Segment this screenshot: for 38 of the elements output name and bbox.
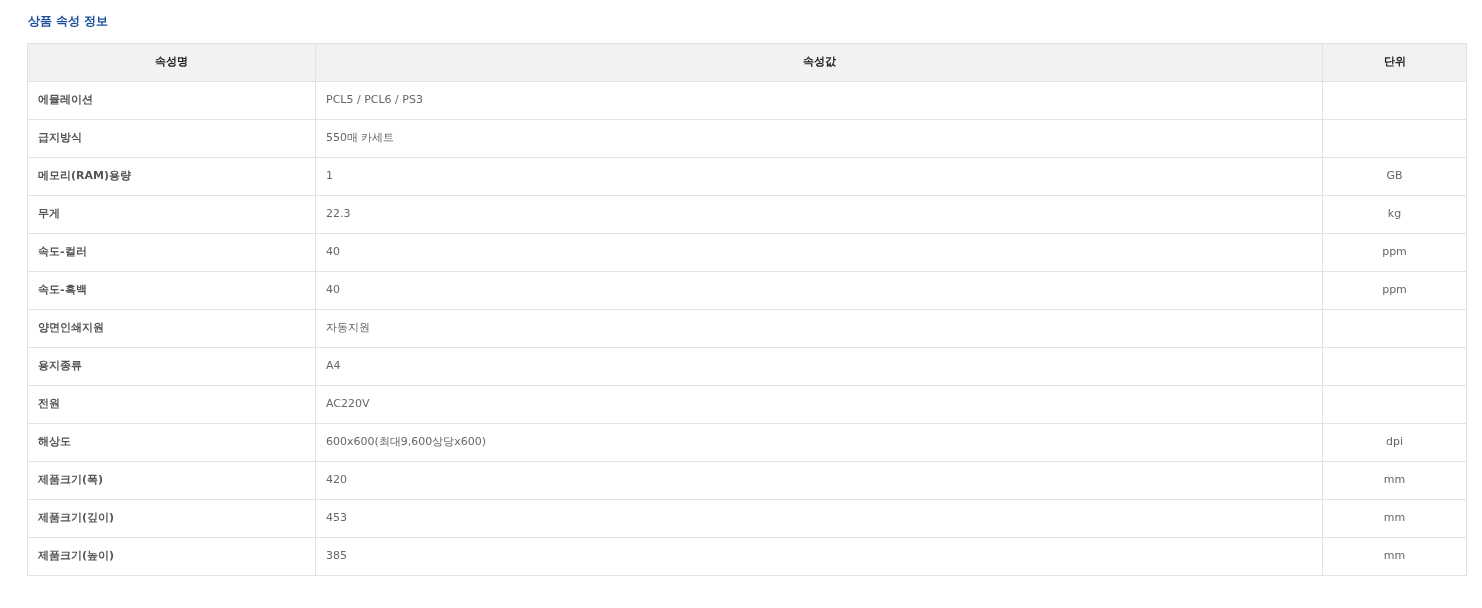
table-cell: 양면인쇄지원 bbox=[28, 310, 316, 348]
table-cell: 600x600(최대9,600상당x600) bbox=[316, 424, 1323, 462]
table-cell: GB bbox=[1323, 158, 1467, 196]
table-cell: dpi bbox=[1323, 424, 1467, 462]
table-cell: kg bbox=[1323, 196, 1467, 234]
table-cell: 전원 bbox=[28, 386, 316, 424]
table-cell: 제품크기(높이) bbox=[28, 538, 316, 576]
table-cell: 420 bbox=[316, 462, 1323, 500]
table-cell: ppm bbox=[1323, 234, 1467, 272]
table-cell: 453 bbox=[316, 500, 1323, 538]
column-header: 속성명 bbox=[155, 54, 188, 71]
table-cell: 에뮬레이션 bbox=[28, 82, 316, 120]
table-cell: 제품크기(깊이) bbox=[28, 500, 316, 538]
column-header: 속성값 bbox=[802, 54, 836, 71]
table-cell: 22.3 bbox=[316, 196, 1323, 234]
table-cell: 1 bbox=[316, 158, 1323, 196]
table-cell: mm bbox=[1323, 538, 1467, 576]
table-cell: mm bbox=[1323, 462, 1467, 500]
table-cell: 자동지원 bbox=[316, 310, 1323, 348]
table-cell: 40 bbox=[316, 272, 1323, 310]
table-cell: AC220V bbox=[316, 386, 1323, 424]
column-header: 단위 bbox=[1383, 54, 1406, 71]
table-cell: mm bbox=[1323, 500, 1467, 538]
table-cell: 해상도 bbox=[28, 424, 316, 462]
table-cell: 제품크기(폭) bbox=[28, 462, 316, 500]
table-cell: 메모리(RAM)용량 bbox=[28, 158, 316, 196]
table-cell: 385 bbox=[316, 538, 1323, 576]
table-cell: 속도-컬러 bbox=[28, 234, 316, 272]
table-cell: 550매 카세트 bbox=[316, 120, 1323, 158]
table-cell: A4 bbox=[316, 348, 1323, 386]
table-cell: 용지종류 bbox=[28, 348, 316, 386]
table-cell: ppm bbox=[1323, 272, 1467, 310]
table-cell: 급지방식 bbox=[28, 120, 316, 158]
table-cell: PCL5 / PCL6 / PS3 bbox=[316, 82, 1323, 120]
table-cell: 무게 bbox=[28, 196, 316, 234]
table-cell: 40 bbox=[316, 234, 1323, 272]
section-title: 상품 속성 정보 bbox=[28, 13, 109, 29]
table-cell: 속도-흑백 bbox=[28, 272, 316, 310]
